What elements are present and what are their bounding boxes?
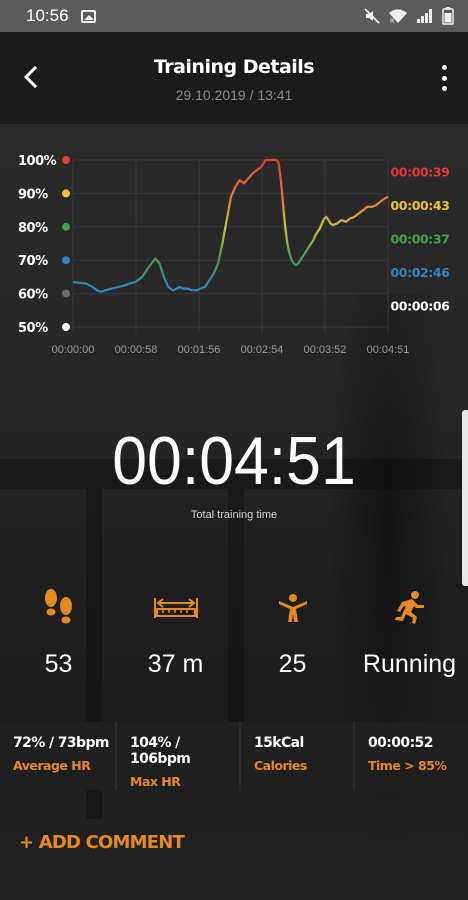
x-tick-label: 00:04:51 <box>367 344 410 356</box>
metric-time-above-85: 00:00:52 Time > 85% <box>355 722 468 790</box>
stat-steps: 53 <box>0 586 117 679</box>
app-header: Training Details 29.10.2019 / 13:41 <box>0 32 468 124</box>
page-subtitle: 29.10.2019 / 13:41 <box>175 87 293 103</box>
total-time-value: 00:04:51 <box>112 423 356 499</box>
zone-time-label: 00:00:06 <box>391 298 451 313</box>
x-tick-label: 00:00:58 <box>115 344 158 356</box>
mute-icon <box>364 8 380 24</box>
x-tick-label: 00:01:56 <box>178 344 221 356</box>
add-comment-button[interactable]: + ADD COMMENT <box>19 832 185 853</box>
y-tick-zone-dot <box>62 189 70 198</box>
average-hr-value: 72% / 73bpm <box>13 735 109 751</box>
max-hr-value: 104% / 106bpm <box>130 735 191 767</box>
heart-rate-line <box>72 158 389 293</box>
zone-time-label: 00:00:39 <box>391 165 450 180</box>
heart-rate-chart: 100% 90% 80% 70% 60% 50% 00:00:00 00:00:58 00:0… <box>0 140 468 370</box>
stat-calories-effort: 25 <box>234 586 351 679</box>
average-hr-label: Average HR <box>13 758 91 773</box>
stat-distance: 37 m <box>117 586 234 679</box>
gallery-icon <box>80 9 96 23</box>
x-tick-label: 00:00:00 <box>52 344 95 356</box>
y-tick-zone-dot <box>62 256 70 265</box>
calories-effort-value: 25 <box>278 650 307 678</box>
calories-value: 15kCal <box>254 735 304 751</box>
footsteps-icon <box>44 589 72 624</box>
y-tick-zone-dot <box>62 222 70 231</box>
activity-value: Running <box>362 650 457 678</box>
total-time-label: Total training time <box>190 509 278 521</box>
calories-label: Calories <box>254 758 307 773</box>
wifi-icon: R <box>389 9 407 24</box>
heart-rate-chart-svg: 100% 90% 80% 70% 60% 50% 00:00:00 00:00:58 00:0… <box>18 154 451 356</box>
zone-time-label: 00:00:43 <box>391 198 450 213</box>
distance-value: 37 m <box>147 650 204 678</box>
y-tick-label: 60% <box>18 288 48 303</box>
y-tick-zone-dot <box>62 156 70 164</box>
y-tick-label: 50% <box>18 321 48 336</box>
y-tick-label: 80% <box>18 221 48 236</box>
y-tick-label: 100% <box>18 154 57 169</box>
status-time: 10:56 <box>26 6 69 25</box>
time-above-85-label: Time > 85% <box>368 758 447 773</box>
zone-time-label: 00:02:46 <box>391 265 451 280</box>
page-title: Training Details <box>153 56 315 78</box>
more-options-button[interactable] <box>438 62 450 94</box>
running-icon <box>394 591 424 624</box>
distance-icon <box>153 598 198 618</box>
y-tick-label: 70% <box>18 254 48 269</box>
y-tick-zone-dot <box>62 289 70 298</box>
time-above-85-value: 00:00:52 <box>368 735 433 751</box>
status-bar: 10:56 R <box>0 0 468 32</box>
y-tick-label: 90% <box>18 187 48 202</box>
metric-max-hr: 104% / 106bpm Max HR <box>117 722 239 790</box>
calories-person-icon <box>278 594 307 622</box>
metric-calories: 15kCal Calories <box>241 722 353 790</box>
svg-text:R: R <box>390 18 394 24</box>
y-tick-zone-dot <box>62 323 70 331</box>
x-tick-label: 00:03:52 <box>304 344 347 356</box>
more-vertical-icon <box>441 65 447 70</box>
metric-average-hr: 72% / 73bpm Average HR <box>0 722 115 790</box>
signal-icon <box>417 9 432 23</box>
stat-activity: Running <box>351 586 468 679</box>
metrics-bar: 72% / 73bpm Average HR 104% / 106bpm Max… <box>0 722 468 790</box>
side-panel-handle[interactable] <box>462 410 468 586</box>
battery-icon <box>442 7 454 25</box>
max-hr-label: Max HR <box>130 774 181 789</box>
x-tick-label: 00:02:54 <box>241 344 284 356</box>
zone-time-label: 00:00:37 <box>391 231 450 246</box>
steps-value: 53 <box>44 650 73 678</box>
